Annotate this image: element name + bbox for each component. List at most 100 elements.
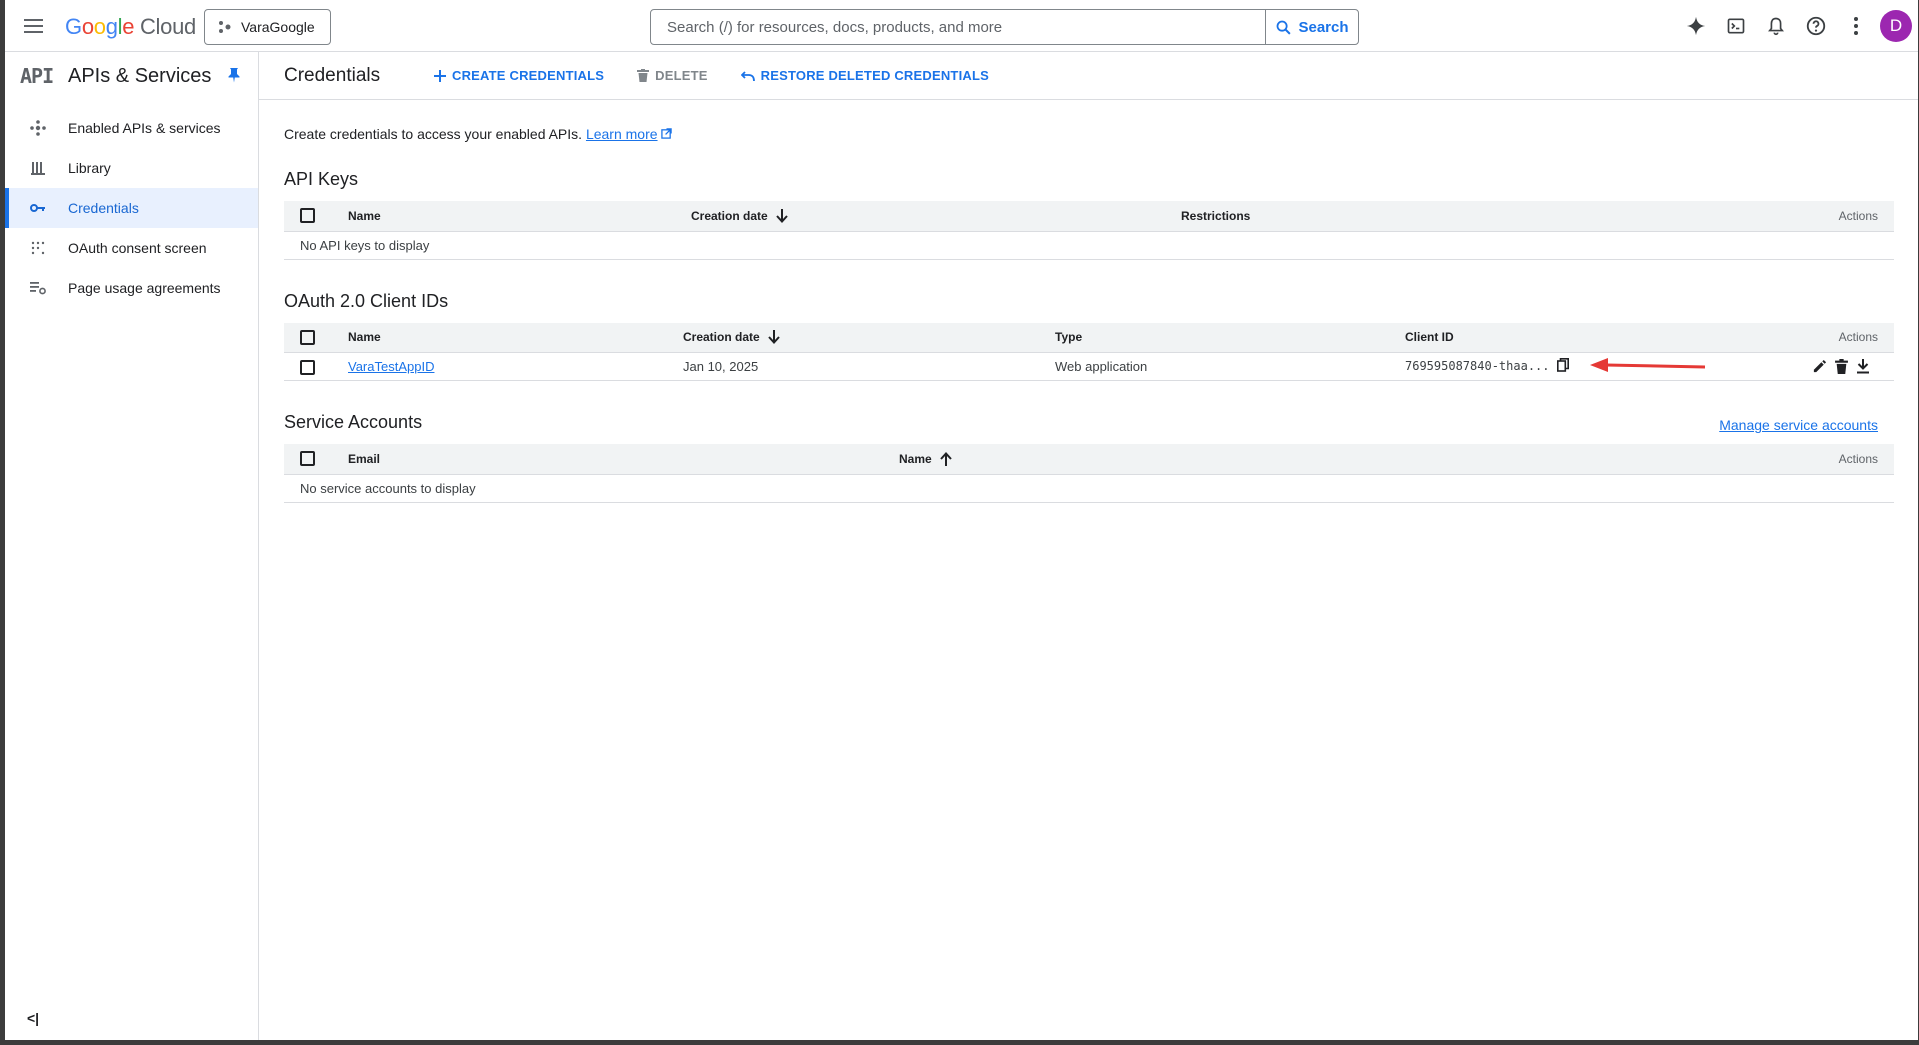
select-all-checkbox[interactable] [300, 329, 315, 345]
sidebar-item-label: Library [68, 160, 111, 176]
column-name[interactable]: Name [899, 444, 1385, 475]
delete-icon[interactable] [1835, 359, 1848, 374]
intro-sentence: Create credentials to access your enable… [284, 126, 583, 142]
main-content: Credentials CREATE CREDENTIALS DELETE RE… [259, 52, 1918, 1040]
column-name[interactable]: Name [348, 322, 683, 353]
column-restrictions: Restrictions [1181, 201, 1578, 232]
sidebar: API APIs & Services Enabled APIs & servi… [5, 52, 259, 1040]
client-date-cell: Jan 10, 2025 [683, 352, 1055, 381]
enabled-apis-icon [29, 119, 47, 137]
undo-icon [740, 70, 755, 81]
sidebar-title: APIs & Services [68, 65, 212, 87]
collapse-sidebar-icon[interactable]: <| [27, 1010, 39, 1026]
arrow-down-icon [775, 208, 788, 223]
download-icon[interactable] [1856, 359, 1870, 374]
restore-label: RESTORE DELETED CREDENTIALS [760, 68, 989, 83]
table-header-row: Name Creation date Type Client ID Action… [284, 322, 1894, 353]
credentials-content: Create credentials to access your enable… [284, 100, 1894, 503]
select-all-cell [284, 201, 348, 232]
arrow-up-icon [939, 451, 952, 466]
column-email[interactable]: Email [348, 444, 899, 475]
column-creation-date[interactable]: Creation date [691, 201, 1181, 232]
column-label: Creation date [691, 208, 768, 223]
client-name-link[interactable]: VaraTestAppID [348, 359, 434, 374]
table-header-row: Name Creation date Restrictions Actions [284, 201, 1894, 232]
service-accounts-table: Email Name Actions No service accounts t… [284, 444, 1894, 503]
column-label: Creation date [683, 330, 760, 345]
service-accounts-header: Service Accounts Manage service accounts [284, 411, 1894, 433]
client-type-cell: Web application [1055, 352, 1405, 381]
gemini-icon[interactable] [1676, 10, 1716, 42]
add-icon [434, 69, 446, 82]
api-keys-title: API Keys [284, 169, 359, 189]
row-checkbox[interactable] [300, 359, 315, 375]
sidebar-item-label: Credentials [68, 200, 139, 216]
table-header-row: Email Name Actions [284, 444, 1894, 475]
select-all-cell [284, 322, 348, 353]
delete-label: DELETE [655, 68, 708, 83]
learn-more-label: Learn more [585, 126, 658, 142]
action-bar: Credentials CREATE CREDENTIALS DELETE RE… [259, 52, 1918, 100]
sidebar-item-library[interactable]: Library [5, 148, 258, 188]
row-select-cell [284, 352, 348, 381]
sidebar-item-credentials[interactable]: Credentials [5, 188, 258, 228]
intro-text: Create credentials to access your enable… [284, 126, 1894, 142]
empty-message: No service accounts to display [284, 474, 1894, 503]
top-bar: Google Cloud VaraGoogle Search (/) for r… [5, 0, 1918, 52]
oauth-header: OAuth 2.0 Client IDs [284, 290, 1894, 312]
column-name[interactable]: Name [348, 201, 691, 232]
notifications-icon[interactable] [1756, 10, 1796, 42]
trash-icon [637, 69, 650, 82]
sidebar-nav: Enabled APIs & services Library Credenti… [5, 108, 258, 308]
service-accounts-title: Service Accounts [284, 412, 423, 432]
select-all-checkbox[interactable] [300, 208, 315, 224]
oauth-icon [29, 239, 47, 257]
search-button-label: Search [1298, 18, 1349, 36]
api-badge-icon: API [20, 64, 54, 88]
account-avatar[interactable]: D [1880, 10, 1912, 42]
create-credentials-button[interactable]: CREATE CREDENTIALS [434, 68, 604, 83]
select-all-cell [284, 444, 348, 475]
select-all-checkbox[interactable] [300, 451, 315, 467]
cloud-shell-icon[interactable] [1716, 10, 1756, 42]
client-id-value: 769595087840-thaa... [1405, 358, 1550, 373]
column-creation-date[interactable]: Creation date [683, 322, 1055, 353]
table-row: No service accounts to display [284, 474, 1894, 503]
search-bar: Search [650, 9, 1359, 45]
column-actions: Actions [1655, 322, 1894, 353]
google-cloud-logo[interactable]: Google Cloud [65, 14, 196, 40]
logo-cloud: Cloud [139, 14, 196, 39]
pin-icon[interactable] [227, 67, 241, 88]
library-icon [29, 159, 47, 177]
empty-message: No API keys to display [284, 231, 1894, 260]
create-credentials-label: CREATE CREDENTIALS [452, 68, 605, 83]
delete-button[interactable]: DELETE [637, 68, 707, 83]
manage-service-accounts-link[interactable]: Manage service accounts [1719, 417, 1878, 433]
column-actions: Actions [1384, 444, 1894, 475]
client-name-cell: VaraTestAppID [348, 352, 683, 381]
key-icon [29, 199, 47, 217]
sidebar-item-oauth-consent[interactable]: OAuth consent screen [5, 228, 258, 268]
sidebar-item-label: OAuth consent screen [68, 240, 207, 256]
edit-icon[interactable] [1812, 359, 1827, 374]
help-icon[interactable] [1796, 10, 1836, 42]
settings-list-icon [29, 279, 47, 297]
sidebar-item-label: Page usage agreements [68, 280, 221, 296]
column-client-id: Client ID [1405, 322, 1655, 353]
search-input[interactable] [651, 10, 1265, 44]
learn-more-link[interactable]: Learn more [586, 126, 658, 142]
header-actions: D [1676, 10, 1918, 42]
restore-deleted-credentials-button[interactable]: RESTORE DELETED CREDENTIALS [740, 68, 989, 83]
arrow-down-icon [767, 330, 780, 345]
page-title: Credentials [284, 64, 381, 86]
main-menu-icon[interactable] [21, 13, 47, 39]
project-name: VaraGoogle [241, 19, 315, 35]
sidebar-item-enabled-apis[interactable]: Enabled APIs & services [5, 108, 258, 148]
sidebar-item-page-usage[interactable]: Page usage agreements [5, 268, 258, 308]
project-picker-button[interactable]: VaraGoogle [204, 9, 331, 45]
search-button[interactable]: Search [1265, 10, 1358, 44]
copy-icon[interactable] [1557, 358, 1570, 375]
more-vert-icon[interactable] [1836, 10, 1876, 42]
project-icon [219, 21, 231, 33]
column-actions: Actions [1577, 201, 1894, 232]
